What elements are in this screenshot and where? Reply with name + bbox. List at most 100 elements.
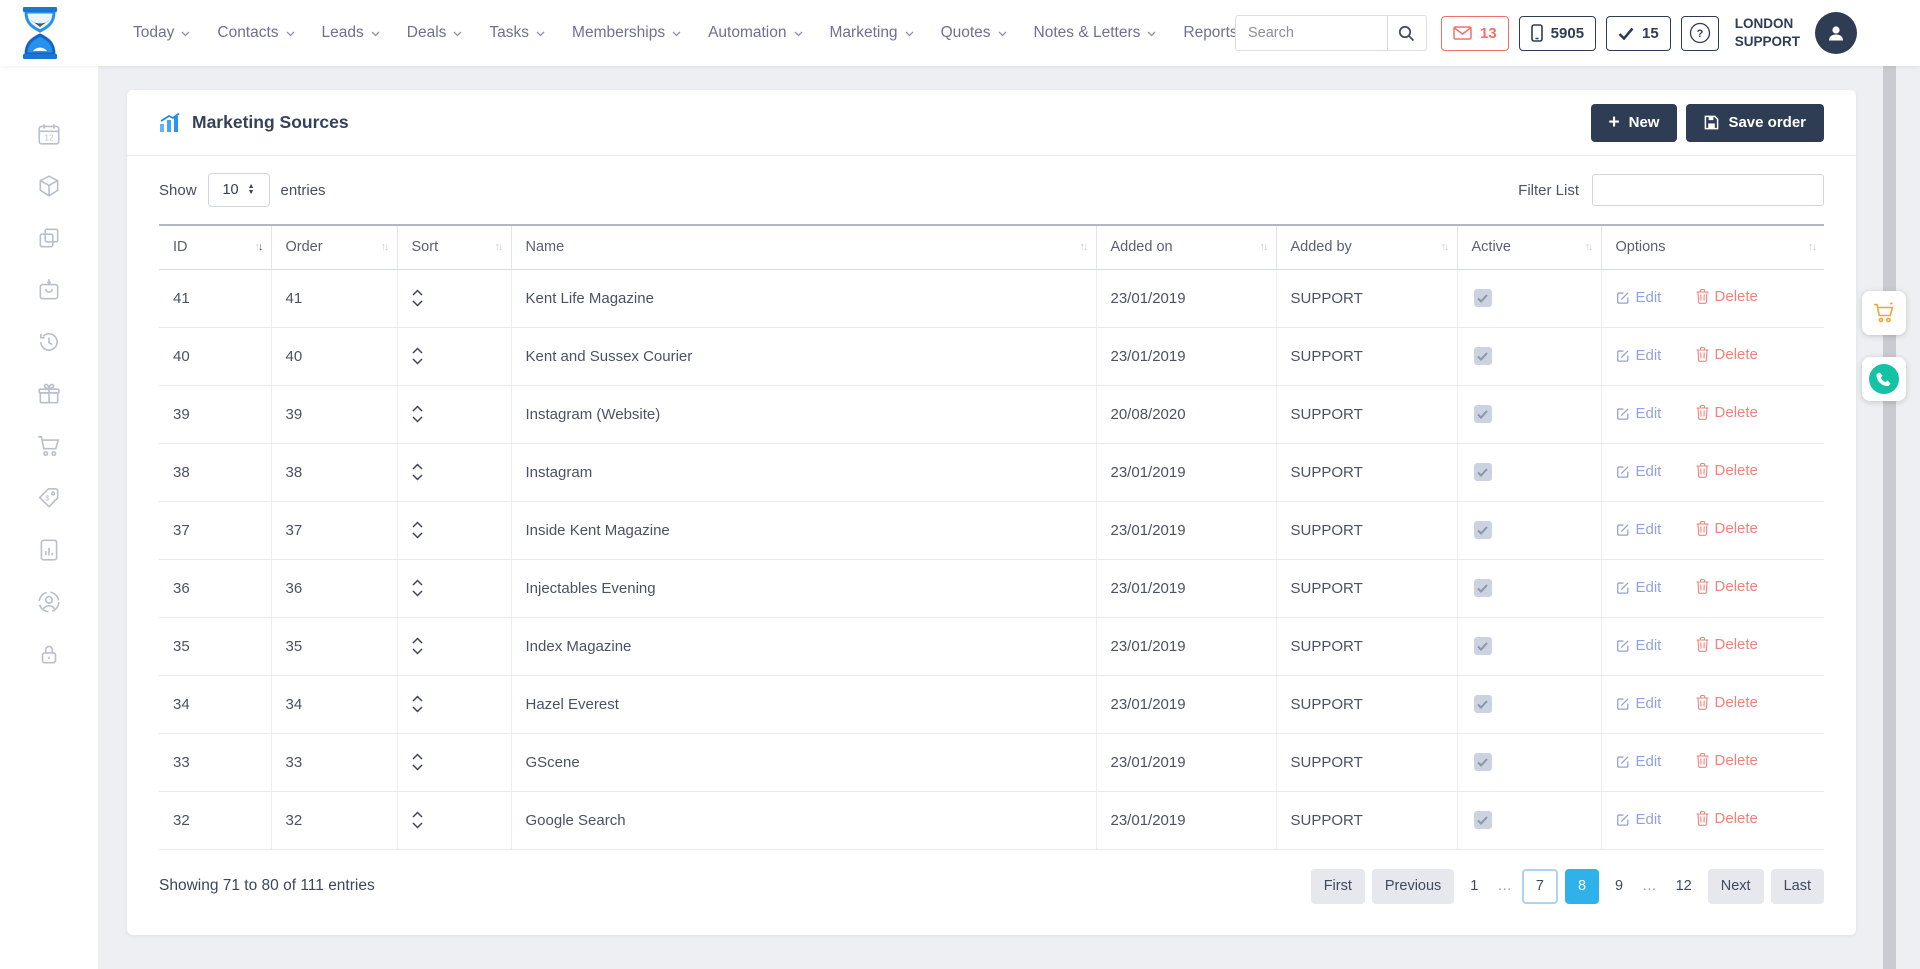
tasks-badge[interactable]: 15 xyxy=(1606,16,1671,51)
help-badge[interactable]: ? xyxy=(1681,16,1719,51)
edit-link[interactable]: Edit xyxy=(1616,637,1662,654)
mail-badge[interactable]: 13 xyxy=(1441,16,1509,51)
avatar[interactable] xyxy=(1815,12,1857,54)
edit-link[interactable]: Edit xyxy=(1616,463,1662,480)
cart-fab[interactable] xyxy=(1862,291,1906,335)
pagination-7[interactable]: 7 xyxy=(1522,869,1558,904)
pagination-1[interactable]: 1 xyxy=(1461,869,1487,904)
delete-link[interactable]: Delete xyxy=(1696,288,1758,305)
sidebar-item-copy[interactable] xyxy=(0,212,98,264)
active-checkbox[interactable] xyxy=(1474,405,1492,423)
move-up-button[interactable] xyxy=(412,346,423,355)
nav-item-notes-letters[interactable]: Notes & Letters xyxy=(1034,24,1157,42)
edit-link[interactable]: Edit xyxy=(1616,753,1662,770)
move-up-button[interactable] xyxy=(412,404,423,413)
active-checkbox[interactable] xyxy=(1474,695,1492,713)
delete-link[interactable]: Delete xyxy=(1696,578,1758,595)
pagination-previous[interactable]: Previous xyxy=(1372,869,1454,904)
pagination-9[interactable]: 9 xyxy=(1606,869,1632,904)
move-up-button[interactable] xyxy=(412,462,423,471)
move-up-button[interactable] xyxy=(412,694,423,703)
active-checkbox[interactable] xyxy=(1474,347,1492,365)
column-header-name[interactable]: Name ↑↓ xyxy=(511,225,1096,269)
column-header-added-on[interactable]: Added on ↑↓ xyxy=(1096,225,1276,269)
move-down-button[interactable] xyxy=(412,821,423,830)
edit-link[interactable]: Edit xyxy=(1616,695,1662,712)
move-up-button[interactable] xyxy=(412,752,423,761)
sidebar-item-reports[interactable] xyxy=(0,524,98,576)
move-down-button[interactable] xyxy=(412,705,423,714)
calls-badge[interactable]: 5905 xyxy=(1519,16,1596,51)
delete-link[interactable]: Delete xyxy=(1696,810,1758,827)
pagination-next[interactable]: Next xyxy=(1708,869,1764,904)
sidebar-item-pricing[interactable]: $ xyxy=(0,472,98,524)
nav-item-automation[interactable]: Automation xyxy=(708,24,802,42)
nav-item-deals[interactable]: Deals xyxy=(407,24,463,42)
nav-item-tasks[interactable]: Tasks xyxy=(489,24,545,42)
delete-link[interactable]: Delete xyxy=(1696,694,1758,711)
nav-item-marketing[interactable]: Marketing xyxy=(830,24,914,42)
move-down-button[interactable] xyxy=(412,647,423,656)
delete-link[interactable]: Delete xyxy=(1696,404,1758,421)
column-header-added-by[interactable]: Added by ↑↓ xyxy=(1276,225,1457,269)
nav-item-quotes[interactable]: Quotes xyxy=(941,24,1007,42)
pagination-12[interactable]: 12 xyxy=(1667,869,1701,904)
move-down-button[interactable] xyxy=(412,473,423,482)
delete-link[interactable]: Delete xyxy=(1696,520,1758,537)
move-down-button[interactable] xyxy=(412,589,423,598)
column-header-id[interactable]: ID ↑↓ xyxy=(159,225,271,269)
move-up-button[interactable] xyxy=(412,578,423,587)
edit-link[interactable]: Edit xyxy=(1616,289,1662,306)
move-down-button[interactable] xyxy=(412,357,423,366)
pagination-last[interactable]: Last xyxy=(1771,869,1824,904)
move-up-button[interactable] xyxy=(412,520,423,529)
save-order-button[interactable]: Save order xyxy=(1686,104,1824,142)
active-checkbox[interactable] xyxy=(1474,521,1492,539)
active-checkbox[interactable] xyxy=(1474,463,1492,481)
app-logo[interactable] xyxy=(18,6,62,60)
search-input[interactable] xyxy=(1235,15,1387,51)
sidebar-item-package[interactable] xyxy=(0,160,98,212)
nav-item-contacts[interactable]: Contacts xyxy=(217,24,294,42)
column-header-order[interactable]: Order ↑↓ xyxy=(271,225,397,269)
move-up-button[interactable] xyxy=(412,288,423,297)
sidebar-item-orders[interactable] xyxy=(0,264,98,316)
active-checkbox[interactable] xyxy=(1474,289,1492,307)
new-button[interactable]: + New xyxy=(1591,104,1678,142)
sidebar-item-security[interactable] xyxy=(0,628,98,680)
sidebar-item-calendar[interactable]: 12 xyxy=(0,108,98,160)
move-up-button[interactable] xyxy=(412,636,423,645)
nav-item-leads[interactable]: Leads xyxy=(322,24,380,42)
delete-link[interactable]: Delete xyxy=(1696,636,1758,653)
edit-link[interactable]: Edit xyxy=(1616,405,1662,422)
edit-link[interactable]: Edit xyxy=(1616,347,1662,364)
sidebar-item-gifts[interactable] xyxy=(0,368,98,420)
search-button[interactable] xyxy=(1387,15,1427,51)
scrollbar[interactable] xyxy=(1883,0,1896,969)
sidebar-item-history[interactable] xyxy=(0,316,98,368)
delete-link[interactable]: Delete xyxy=(1696,752,1758,769)
filter-input[interactable] xyxy=(1592,174,1824,206)
delete-link[interactable]: Delete xyxy=(1696,346,1758,363)
pagination-first[interactable]: First xyxy=(1311,869,1365,904)
edit-link[interactable]: Edit xyxy=(1616,579,1662,596)
pagination-8[interactable]: 8 xyxy=(1565,869,1599,904)
move-up-button[interactable] xyxy=(412,810,423,819)
nav-item-today[interactable]: Today xyxy=(133,24,190,42)
column-header-options[interactable]: Options ↑↓ xyxy=(1601,225,1824,269)
sidebar-item-cart[interactable] xyxy=(0,420,98,472)
active-checkbox[interactable] xyxy=(1474,579,1492,597)
move-down-button[interactable] xyxy=(412,415,423,424)
page-size-select[interactable]: 10 ▲▼ xyxy=(208,173,270,207)
move-down-button[interactable] xyxy=(412,531,423,540)
column-header-sort[interactable]: Sort ↑↓ xyxy=(397,225,511,269)
edit-link[interactable]: Edit xyxy=(1616,521,1662,538)
active-checkbox[interactable] xyxy=(1474,637,1492,655)
move-down-button[interactable] xyxy=(412,763,423,772)
sidebar-item-account[interactable] xyxy=(0,576,98,628)
phone-fab[interactable] xyxy=(1862,357,1906,401)
delete-link[interactable]: Delete xyxy=(1696,462,1758,479)
nav-item-memberships[interactable]: Memberships xyxy=(572,24,681,42)
move-down-button[interactable] xyxy=(412,299,423,308)
edit-link[interactable]: Edit xyxy=(1616,811,1662,828)
